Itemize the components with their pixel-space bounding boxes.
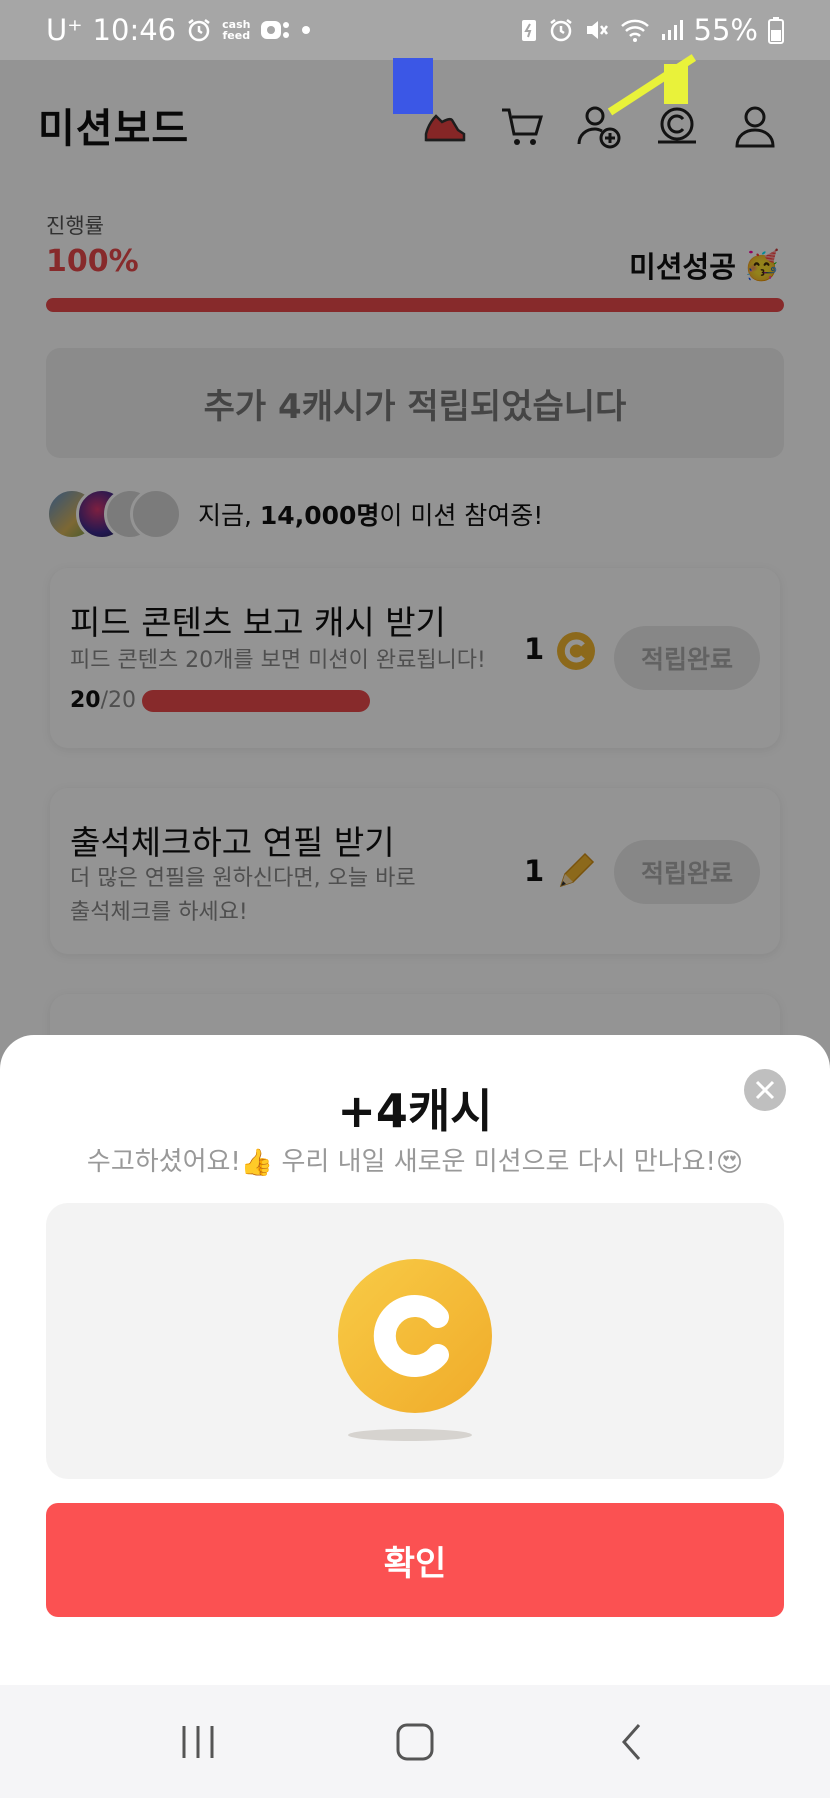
clock: 10:46 — [92, 13, 177, 47]
battery-icon — [768, 16, 784, 44]
heart-eyes-emoji: 😍 — [715, 1147, 744, 1178]
home-button[interactable] — [375, 1712, 455, 1772]
cashfeed-icon: cash feed — [222, 18, 251, 42]
carrier-label: U⁺ — [46, 13, 83, 47]
confirm-button[interactable]: 확인 — [46, 1503, 784, 1617]
dot-icon — [300, 24, 312, 36]
alarm-icon — [548, 17, 574, 43]
coin-shadow — [348, 1429, 472, 1441]
coin-panel — [46, 1203, 784, 1479]
reward-message: 수고하셨어요!👍 우리 내일 새로운 미션으로 다시 만나요!😍 — [86, 1147, 744, 1178]
record-icon — [260, 19, 290, 41]
marker-artifact — [393, 58, 433, 114]
recents-icon — [182, 1725, 214, 1758]
signal-icon — [660, 18, 684, 42]
back-icon — [621, 1723, 640, 1760]
wifi-icon — [620, 17, 650, 43]
coin-icon — [338, 1259, 492, 1413]
thumbs-up-emoji: 👍 — [240, 1147, 274, 1178]
recents-button[interactable] — [158, 1712, 238, 1772]
back-button[interactable] — [592, 1712, 672, 1772]
battery-saver-icon — [520, 17, 538, 43]
system-nav-bar — [0, 1685, 830, 1798]
alarm-icon — [186, 17, 212, 43]
home-icon — [396, 1723, 434, 1760]
mute-icon — [584, 17, 610, 43]
reward-title: +4캐시 — [337, 1084, 493, 1138]
status-bar: U⁺ 10:46 cash feed 55% — [0, 0, 830, 60]
reward-sheet: +4캐시 수고하셨어요!👍 우리 내일 새로운 미션으로 다시 만나요!😍 확인 — [0, 1035, 830, 1685]
battery-percent: 55% — [693, 13, 758, 47]
